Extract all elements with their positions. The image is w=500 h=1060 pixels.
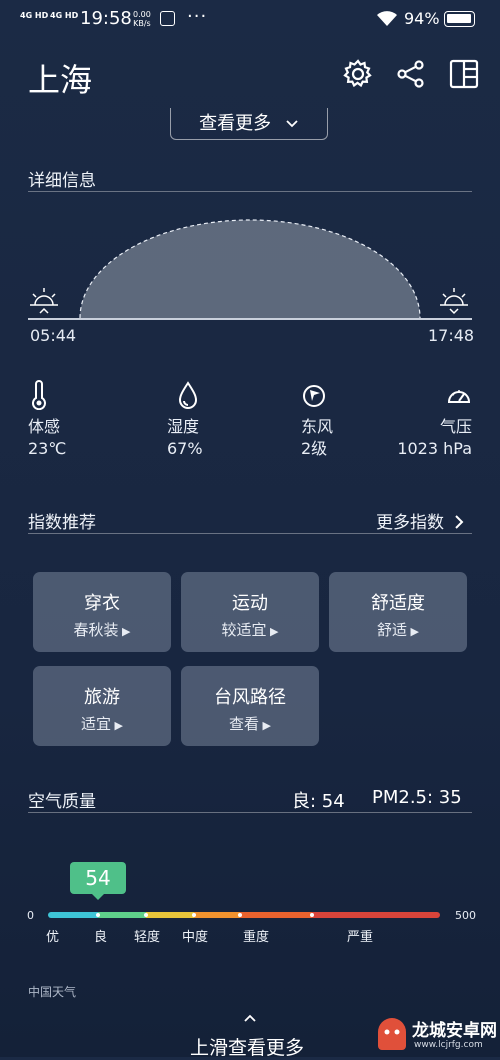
- index-tile-travel[interactable]: 旅游 适宜: [33, 666, 171, 746]
- more-indices-label: 更多指数: [376, 513, 444, 533]
- tile-title: 运动: [232, 593, 268, 614]
- share-icon[interactable]: [395, 58, 427, 90]
- aqi-scale-min: 0: [27, 909, 34, 922]
- watermark-name: 龙城安卓网: [412, 1021, 497, 1041]
- aqi-summary: 良: 54: [292, 791, 345, 812]
- watermark: 龙城安卓网 www.lcjrfg.com: [372, 1000, 498, 1056]
- network-speed: 0.00 KB/s: [133, 10, 151, 28]
- index-tile-typhoon[interactable]: 台风路径 查看: [181, 666, 319, 746]
- gear-icon[interactable]: [342, 58, 374, 90]
- tile-subtitle: 舒适: [329, 619, 467, 640]
- feels-like-value: 23℃: [28, 439, 67, 458]
- tile-title: 舒适度: [371, 593, 425, 614]
- tile-subtitle: 查看: [181, 713, 319, 734]
- chevron-right-icon: [455, 515, 464, 529]
- aqi-tick: [144, 913, 148, 917]
- thermometer-icon: [32, 380, 46, 411]
- tile-title: 穿衣: [84, 593, 120, 614]
- view-more-label: 查看更多: [199, 113, 272, 134]
- status-time: 19:58: [80, 8, 132, 29]
- widget-icon[interactable]: [448, 58, 480, 90]
- notification-icon: [160, 11, 175, 26]
- pressure-gauge-icon: [447, 390, 471, 403]
- wifi-icon: [377, 11, 397, 26]
- aqi-marker: [96, 913, 100, 917]
- aqi-tick: [192, 913, 196, 917]
- chevron-down-icon: [286, 120, 298, 128]
- aqi-level-label: 优: [46, 930, 60, 945]
- tile-subtitle: 适宜: [33, 713, 171, 734]
- data-source: 中国天气: [28, 985, 77, 999]
- view-more-button[interactable]: 查看更多: [170, 108, 328, 140]
- sunset-icon: [440, 288, 468, 315]
- aqi-segment-light: [146, 912, 194, 918]
- sunrise-time: 05:44: [30, 326, 77, 345]
- aqi-segment-heavy: [240, 912, 312, 918]
- signal-sim1-icon: 4G HD: [20, 11, 49, 20]
- details-divider: [28, 191, 472, 192]
- more-indices-link[interactable]: 更多指数: [376, 508, 465, 533]
- chevron-up-icon: [244, 1014, 256, 1022]
- sunset-time: 17:48: [428, 326, 475, 345]
- more-notifications-icon: ···: [187, 6, 208, 27]
- pressure-item: 气压 1023 hPa: [372, 380, 472, 460]
- aqi-segment-good: [98, 912, 146, 918]
- humidity-item: 湿度 67%: [167, 380, 277, 460]
- android-logo-icon: [378, 1018, 406, 1050]
- feels-like-label: 体感: [28, 417, 61, 436]
- pm25-summary: PM2.5: 35: [372, 787, 462, 808]
- droplet-icon: [178, 381, 198, 409]
- pressure-value: 1023 hPa: [397, 439, 472, 458]
- aqi-scale-max: 500: [455, 909, 476, 922]
- air-quality-divider: [28, 812, 472, 813]
- aqi-badge: 54: [70, 862, 126, 900]
- aqi-level-label: 轻度: [134, 930, 161, 945]
- aqi-segment-excellent: [48, 912, 98, 918]
- pressure-label: 气压: [439, 417, 472, 436]
- battery-percent: 94%: [404, 9, 440, 28]
- aqi-tick: [238, 913, 242, 917]
- indices-title: 指数推荐: [28, 513, 96, 533]
- wind-direction-icon: [303, 385, 325, 407]
- feels-like-item: 体感 23℃: [28, 380, 138, 460]
- tile-title: 旅游: [84, 687, 120, 708]
- swipe-up-hint[interactable]: 上滑查看更多: [190, 1033, 304, 1060]
- index-tile-sport[interactable]: 运动 较适宜: [181, 572, 319, 652]
- humidity-label: 湿度: [167, 417, 200, 436]
- index-tile-comfort[interactable]: 舒适度 舒适: [329, 572, 467, 652]
- tile-subtitle: 春秋装: [33, 619, 171, 640]
- indices-divider: [28, 533, 472, 534]
- aqi-tick: [310, 913, 314, 917]
- sunrise-icon: [30, 288, 58, 314]
- status-bar: 4G HD 4G HD 19:58 0.00 KB/s ··· 94%: [0, 0, 500, 40]
- aqi-segment-severe: [312, 912, 440, 918]
- aqi-level-label: 良: [94, 930, 108, 945]
- index-tile-clothing[interactable]: 穿衣 春秋装: [33, 572, 171, 652]
- tile-title: 台风路径: [214, 687, 286, 708]
- humidity-value: 67%: [167, 439, 203, 458]
- aqi-segment-moderate: [194, 912, 240, 918]
- tile-subtitle: 较适宜: [181, 619, 319, 640]
- aqi-level-label: 中度: [182, 930, 209, 945]
- signal-sim2-icon: 4G HD: [50, 11, 79, 20]
- watermark-url: www.lcjrfg.com: [414, 1040, 483, 1050]
- city-name: 上海: [28, 61, 93, 99]
- sun-path-chart: [28, 219, 472, 320]
- air-quality-title: 空气质量: [28, 792, 96, 812]
- battery-icon: [444, 11, 475, 27]
- aqi-level-label: 严重: [347, 930, 374, 945]
- aqi-level-label: 重度: [243, 930, 270, 945]
- sun-path-arc: [80, 220, 420, 318]
- details-title: 详细信息: [28, 171, 96, 191]
